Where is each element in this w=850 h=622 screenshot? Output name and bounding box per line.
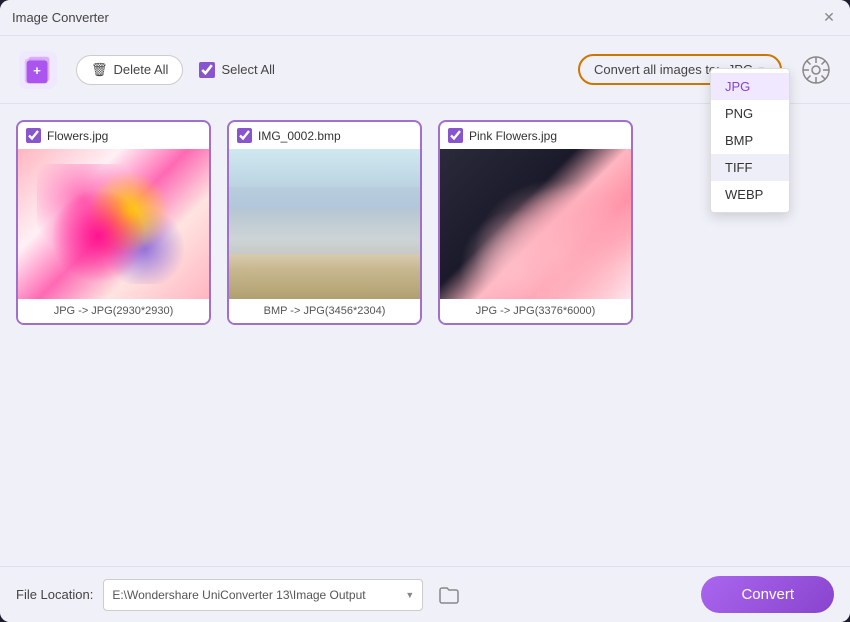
file-location-label: File Location:: [16, 587, 93, 602]
image-card: Pink Flowers.jpg JPG -> JPG(3376*6000): [438, 120, 633, 325]
image-card-name: IMG_0002.bmp: [258, 129, 341, 143]
image-card-footer: BMP -> JPG(3456*2304): [229, 299, 420, 323]
browse-folder-button[interactable]: [433, 579, 465, 611]
window-title: Image Converter: [12, 10, 109, 25]
image-thumbnail-river: [229, 149, 420, 299]
image-card-checkbox[interactable]: [448, 128, 463, 143]
file-location-input[interactable]: E:\Wondershare UniConverter 13\Image Out…: [103, 579, 423, 611]
format-dropdown: JPG PNG BMP TIFF WEBP: [710, 68, 790, 213]
image-card-header: Flowers.jpg: [18, 122, 209, 149]
image-card-name: Flowers.jpg: [47, 129, 108, 143]
image-card-checkbox[interactable]: [237, 128, 252, 143]
title-bar: Image Converter ✕: [0, 0, 850, 36]
app-window: Image Converter ✕ + 🗑 Delete All Select …: [0, 0, 850, 622]
settings-button[interactable]: [798, 52, 834, 88]
trash-icon: 🗑: [91, 62, 108, 78]
file-location-select[interactable]: E:\Wondershare UniConverter 13\Image Out…: [112, 588, 414, 602]
image-card-header: IMG_0002.bmp: [229, 122, 420, 149]
select-all-checkbox[interactable]: [199, 62, 215, 78]
add-image-button[interactable]: +: [16, 48, 60, 92]
delete-all-label: Delete All: [114, 62, 169, 77]
bottom-bar: File Location: E:\Wondershare UniConvert…: [0, 566, 850, 622]
delete-all-button[interactable]: 🗑 Delete All: [76, 55, 183, 85]
image-card-name: Pink Flowers.jpg: [469, 129, 557, 143]
format-option-tiff[interactable]: TIFF: [711, 154, 789, 181]
image-card-header: Pink Flowers.jpg: [440, 122, 631, 149]
svg-text:+: +: [33, 62, 41, 77]
image-card-footer: JPG -> JPG(3376*6000): [440, 299, 631, 323]
image-thumbnail-pinkflowers: [440, 149, 631, 299]
format-option-png[interactable]: PNG: [711, 100, 789, 127]
image-card: IMG_0002.bmp BMP -> JPG(3456*2304): [227, 120, 422, 325]
convert-button[interactable]: Convert: [701, 576, 834, 613]
convert-all-label: Convert all images to:: [594, 62, 720, 77]
format-option-bmp[interactable]: BMP: [711, 127, 789, 154]
image-card-footer: JPG -> JPG(2930*2930): [18, 299, 209, 323]
close-button[interactable]: ✕: [820, 9, 838, 27]
image-card-checkbox[interactable]: [26, 128, 41, 143]
select-all-label: Select All: [221, 62, 274, 77]
select-all-container[interactable]: Select All: [199, 62, 274, 78]
image-thumbnail-flowers: [18, 149, 209, 299]
image-card: Flowers.jpg JPG -> JPG(2930*2930): [16, 120, 211, 325]
format-option-webp[interactable]: WEBP: [711, 181, 789, 208]
format-option-jpg[interactable]: JPG: [711, 73, 789, 100]
